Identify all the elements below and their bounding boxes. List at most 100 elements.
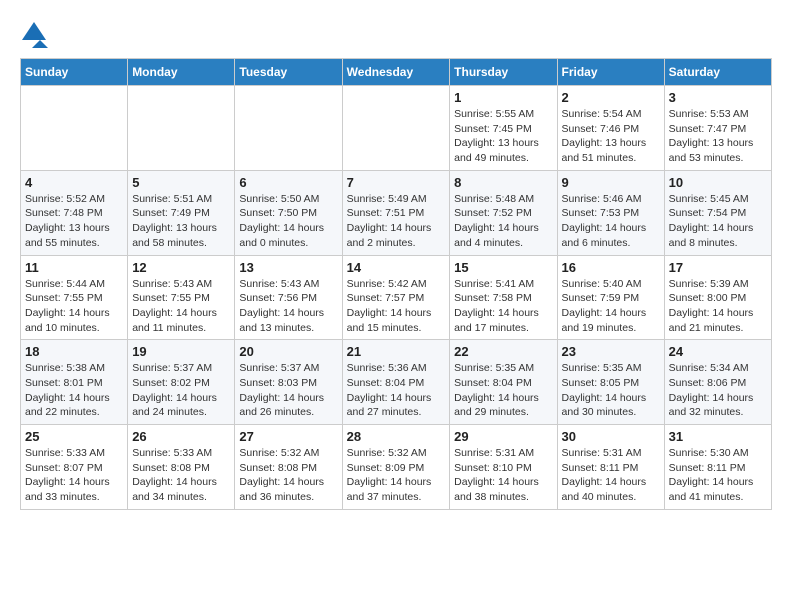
day-info: Sunrise: 5:31 AM Sunset: 8:10 PM Dayligh… bbox=[454, 446, 552, 505]
calendar-cell: 21 Sunrise: 5:36 AM Sunset: 8:04 PM Dayli… bbox=[342, 340, 450, 425]
day-number: 6 bbox=[239, 175, 337, 190]
day-number: 21 bbox=[347, 344, 446, 359]
day-info: Sunrise: 5:35 AM Sunset: 8:04 PM Dayligh… bbox=[454, 361, 552, 420]
day-number: 9 bbox=[562, 175, 660, 190]
day-info: Sunrise: 5:45 AM Sunset: 7:54 PM Dayligh… bbox=[669, 192, 767, 251]
calendar-week-row: 25 Sunrise: 5:33 AM Sunset: 8:07 PM Dayli… bbox=[21, 425, 772, 510]
day-number: 5 bbox=[132, 175, 230, 190]
calendar-cell: 29 Sunrise: 5:31 AM Sunset: 8:10 PM Dayli… bbox=[450, 425, 557, 510]
calendar-table: SundayMondayTuesdayWednesdayThursdayFrid… bbox=[20, 58, 772, 510]
calendar-cell: 13 Sunrise: 5:43 AM Sunset: 7:56 PM Dayli… bbox=[235, 255, 342, 340]
day-number: 10 bbox=[669, 175, 767, 190]
day-number: 24 bbox=[669, 344, 767, 359]
day-number: 14 bbox=[347, 260, 446, 275]
day-number: 11 bbox=[25, 260, 123, 275]
day-of-week-header: Friday bbox=[557, 59, 664, 86]
calendar-cell: 11 Sunrise: 5:44 AM Sunset: 7:55 PM Dayli… bbox=[21, 255, 128, 340]
day-of-week-header: Monday bbox=[128, 59, 235, 86]
calendar-cell: 8 Sunrise: 5:48 AM Sunset: 7:52 PM Daylig… bbox=[450, 170, 557, 255]
calendar-cell bbox=[21, 86, 128, 171]
calendar-cell: 9 Sunrise: 5:46 AM Sunset: 7:53 PM Daylig… bbox=[557, 170, 664, 255]
calendar-cell: 3Sunrise: 5:53 AM Sunset: 7:47 PM Daylig… bbox=[664, 86, 771, 171]
day-info: Sunrise: 5:46 AM Sunset: 7:53 PM Dayligh… bbox=[562, 192, 660, 251]
calendar-cell: 24 Sunrise: 5:34 AM Sunset: 8:06 PM Dayli… bbox=[664, 340, 771, 425]
day-of-week-header: Tuesday bbox=[235, 59, 342, 86]
calendar-cell: 16 Sunrise: 5:40 AM Sunset: 7:59 PM Dayli… bbox=[557, 255, 664, 340]
day-number: 20 bbox=[239, 344, 337, 359]
page-header bbox=[20, 20, 772, 48]
calendar-cell: 25 Sunrise: 5:33 AM Sunset: 8:07 PM Dayli… bbox=[21, 425, 128, 510]
day-info: Sunrise: 5:33 AM Sunset: 8:07 PM Dayligh… bbox=[25, 446, 123, 505]
calendar-cell: 22 Sunrise: 5:35 AM Sunset: 8:04 PM Dayli… bbox=[450, 340, 557, 425]
day-info: Sunrise: 5:43 AM Sunset: 7:56 PM Dayligh… bbox=[239, 277, 337, 336]
calendar-cell bbox=[235, 86, 342, 171]
day-number: 28 bbox=[347, 429, 446, 444]
calendar-week-row: 4Sunrise: 5:52 AM Sunset: 7:48 PM Daylig… bbox=[21, 170, 772, 255]
day-of-week-header: Saturday bbox=[664, 59, 771, 86]
day-number: 27 bbox=[239, 429, 337, 444]
calendar-cell: 10 Sunrise: 5:45 AM Sunset: 7:54 PM Dayli… bbox=[664, 170, 771, 255]
day-info: Sunrise: 5:53 AM Sunset: 7:47 PM Dayligh… bbox=[669, 107, 767, 166]
day-number: 31 bbox=[669, 429, 767, 444]
day-info: Sunrise: 5:33 AM Sunset: 8:08 PM Dayligh… bbox=[132, 446, 230, 505]
calendar-week-row: 1 Sunrise: 5:55 AM Sunset: 7:45 PM Daylig… bbox=[21, 86, 772, 171]
day-info: Sunrise: 5:36 AM Sunset: 8:04 PM Dayligh… bbox=[347, 361, 446, 420]
day-info: Sunrise: 5:32 AM Sunset: 8:08 PM Dayligh… bbox=[239, 446, 337, 505]
calendar-cell: 18Sunrise: 5:38 AM Sunset: 8:01 PM Dayli… bbox=[21, 340, 128, 425]
day-number: 22 bbox=[454, 344, 552, 359]
day-info: Sunrise: 5:37 AM Sunset: 8:03 PM Dayligh… bbox=[239, 361, 337, 420]
day-number: 29 bbox=[454, 429, 552, 444]
day-number: 18 bbox=[25, 344, 123, 359]
calendar-cell: 7 Sunrise: 5:49 AM Sunset: 7:51 PM Daylig… bbox=[342, 170, 450, 255]
day-info: Sunrise: 5:51 AM Sunset: 7:49 PM Dayligh… bbox=[132, 192, 230, 251]
day-info: Sunrise: 5:40 AM Sunset: 7:59 PM Dayligh… bbox=[562, 277, 660, 336]
day-info: Sunrise: 5:32 AM Sunset: 8:09 PM Dayligh… bbox=[347, 446, 446, 505]
day-info: Sunrise: 5:39 AM Sunset: 8:00 PM Dayligh… bbox=[669, 277, 767, 336]
calendar-cell: 17 Sunrise: 5:39 AM Sunset: 8:00 PM Dayli… bbox=[664, 255, 771, 340]
day-info: Sunrise: 5:37 AM Sunset: 8:02 PM Dayligh… bbox=[132, 361, 230, 420]
calendar-cell: 4Sunrise: 5:52 AM Sunset: 7:48 PM Daylig… bbox=[21, 170, 128, 255]
day-number: 8 bbox=[454, 175, 552, 190]
day-info: Sunrise: 5:50 AM Sunset: 7:50 PM Dayligh… bbox=[239, 192, 337, 251]
calendar-cell: 12 Sunrise: 5:43 AM Sunset: 7:55 PM Dayli… bbox=[128, 255, 235, 340]
day-info: Sunrise: 5:44 AM Sunset: 7:55 PM Dayligh… bbox=[25, 277, 123, 336]
day-number: 25 bbox=[25, 429, 123, 444]
calendar-cell bbox=[342, 86, 450, 171]
day-number: 7 bbox=[347, 175, 446, 190]
calendar-cell: 23 Sunrise: 5:35 AM Sunset: 8:05 PM Dayli… bbox=[557, 340, 664, 425]
calendar-week-row: 18Sunrise: 5:38 AM Sunset: 8:01 PM Dayli… bbox=[21, 340, 772, 425]
calendar-cell: 14Sunrise: 5:42 AM Sunset: 7:57 PM Dayli… bbox=[342, 255, 450, 340]
calendar-cell: 2 Sunrise: 5:54 AM Sunset: 7:46 PM Daylig… bbox=[557, 86, 664, 171]
calendar-cell: 27 Sunrise: 5:32 AM Sunset: 8:08 PM Dayli… bbox=[235, 425, 342, 510]
day-of-week-header: Thursday bbox=[450, 59, 557, 86]
calendar-header-row: SundayMondayTuesdayWednesdayThursdayFrid… bbox=[21, 59, 772, 86]
day-number: 23 bbox=[562, 344, 660, 359]
day-number: 1 bbox=[454, 90, 552, 105]
day-info: Sunrise: 5:52 AM Sunset: 7:48 PM Dayligh… bbox=[25, 192, 123, 251]
day-info: Sunrise: 5:54 AM Sunset: 7:46 PM Dayligh… bbox=[562, 107, 660, 166]
day-info: Sunrise: 5:49 AM Sunset: 7:51 PM Dayligh… bbox=[347, 192, 446, 251]
day-info: Sunrise: 5:34 AM Sunset: 8:06 PM Dayligh… bbox=[669, 361, 767, 420]
day-number: 17 bbox=[669, 260, 767, 275]
calendar-cell: 19Sunrise: 5:37 AM Sunset: 8:02 PM Dayli… bbox=[128, 340, 235, 425]
day-info: Sunrise: 5:55 AM Sunset: 7:45 PM Dayligh… bbox=[454, 107, 552, 166]
logo bbox=[20, 20, 52, 48]
calendar-cell: 20 Sunrise: 5:37 AM Sunset: 8:03 PM Dayli… bbox=[235, 340, 342, 425]
day-info: Sunrise: 5:48 AM Sunset: 7:52 PM Dayligh… bbox=[454, 192, 552, 251]
day-info: Sunrise: 5:35 AM Sunset: 8:05 PM Dayligh… bbox=[562, 361, 660, 420]
day-number: 2 bbox=[562, 90, 660, 105]
calendar-cell: 31Sunrise: 5:30 AM Sunset: 8:11 PM Dayli… bbox=[664, 425, 771, 510]
day-number: 16 bbox=[562, 260, 660, 275]
calendar-cell: 5 Sunrise: 5:51 AM Sunset: 7:49 PM Daylig… bbox=[128, 170, 235, 255]
calendar-cell bbox=[128, 86, 235, 171]
calendar-cell: 6 Sunrise: 5:50 AM Sunset: 7:50 PM Daylig… bbox=[235, 170, 342, 255]
calendar-week-row: 11 Sunrise: 5:44 AM Sunset: 7:55 PM Dayli… bbox=[21, 255, 772, 340]
day-number: 30 bbox=[562, 429, 660, 444]
day-of-week-header: Wednesday bbox=[342, 59, 450, 86]
calendar-cell: 28 Sunrise: 5:32 AM Sunset: 8:09 PM Dayli… bbox=[342, 425, 450, 510]
day-number: 12 bbox=[132, 260, 230, 275]
calendar-cell: 30Sunrise: 5:31 AM Sunset: 8:11 PM Dayli… bbox=[557, 425, 664, 510]
day-number: 13 bbox=[239, 260, 337, 275]
day-info: Sunrise: 5:43 AM Sunset: 7:55 PM Dayligh… bbox=[132, 277, 230, 336]
day-number: 26 bbox=[132, 429, 230, 444]
